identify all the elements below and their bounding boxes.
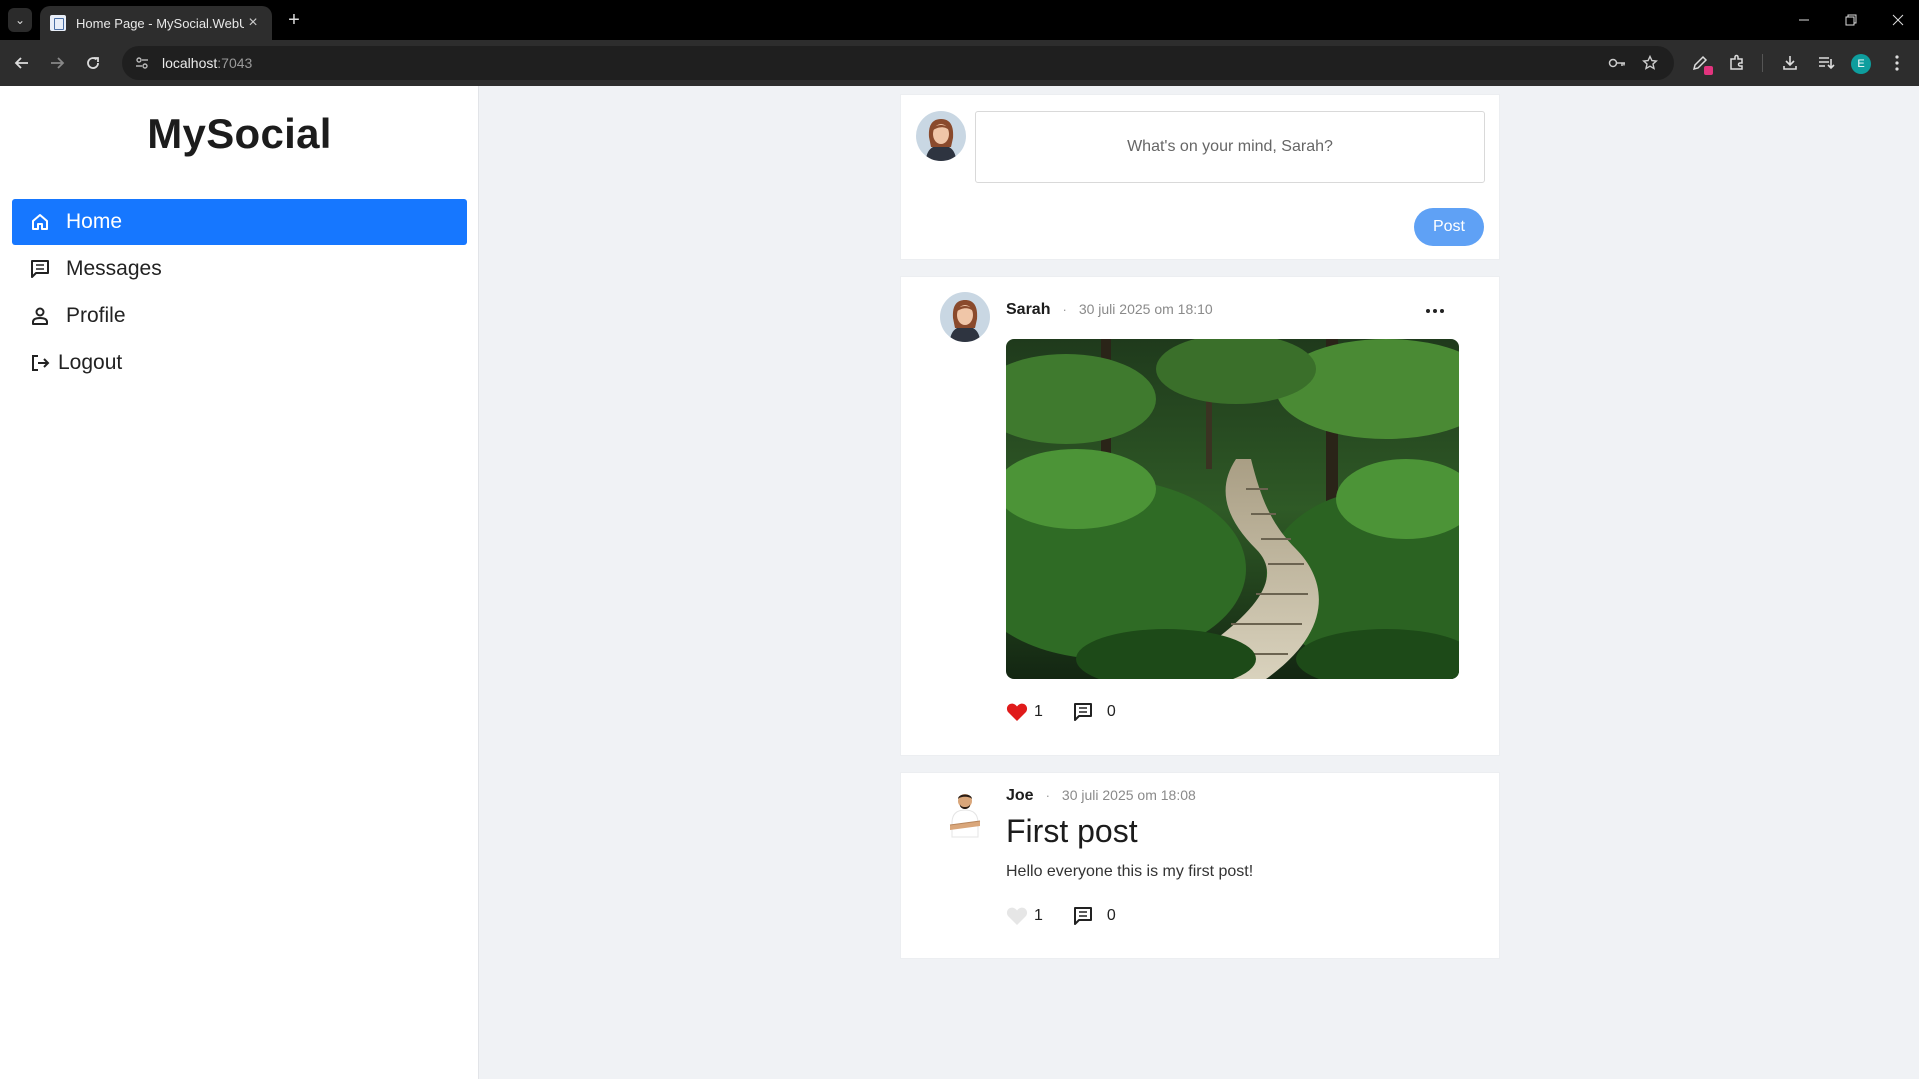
password-key-icon[interactable]	[1604, 50, 1630, 76]
post-author[interactable]: Sarah	[1006, 301, 1050, 319]
comment-button[interactable]: 0	[1073, 702, 1116, 722]
like-button[interactable]: 1	[1006, 702, 1043, 722]
like-count: 1	[1034, 703, 1043, 720]
sidebar-item-profile[interactable]: Profile	[12, 293, 467, 339]
header-separator: ·	[1062, 302, 1067, 317]
minimize-window-icon[interactable]	[1784, 6, 1824, 34]
extension-pen-icon[interactable]	[1686, 49, 1714, 77]
home-icon	[28, 210, 52, 234]
post-body: Hello everyone this is my first post!	[1006, 863, 1254, 880]
close-window-icon[interactable]	[1878, 6, 1918, 34]
browser-tabstrip: ⌄ Home Page - MySocial.WebUI × +	[0, 0, 1919, 40]
toolbar-separator	[1762, 54, 1763, 72]
message-icon	[28, 257, 52, 281]
sidebar-item-label: Messages	[66, 257, 162, 280]
tab-close-icon[interactable]: ×	[244, 14, 262, 32]
heart-icon	[1006, 907, 1028, 925]
browser-toolbar: localhost:7043 E	[0, 40, 1919, 86]
back-arrow-icon[interactable]	[8, 49, 36, 77]
sidebar: MySocial Home Messages Profile Logout	[0, 86, 479, 1079]
avatar[interactable]	[940, 789, 990, 839]
post-card: Sarah · 30 juli 2025 om 18:10 1 0	[900, 276, 1500, 756]
more-options-icon[interactable]	[1421, 301, 1449, 321]
comment-icon	[1073, 703, 1092, 721]
url-port: :7043	[217, 55, 253, 71]
comment-count: 0	[1106, 907, 1116, 924]
post-actions: 1 0	[1006, 702, 1116, 722]
sidebar-nav: Home Messages Profile Logout	[12, 199, 467, 387]
url-host: localhost	[162, 55, 218, 71]
restore-window-icon[interactable]	[1831, 6, 1871, 34]
user-icon	[28, 304, 52, 328]
whats-on-your-mind-input[interactable]	[975, 111, 1485, 183]
post-author[interactable]: Joe	[1006, 787, 1034, 805]
post-header: Joe · 30 juli 2025 om 18:08	[1006, 787, 1196, 805]
sidebar-item-home[interactable]: Home	[12, 199, 467, 245]
post-header: Sarah · 30 juli 2025 om 18:10	[1006, 301, 1213, 319]
browser-tab[interactable]: Home Page - MySocial.WebUI ×	[40, 6, 272, 40]
comment-count: 0	[1106, 703, 1116, 720]
post-card: Joe · 30 juli 2025 om 18:08 First post H…	[900, 772, 1500, 959]
heart-icon	[1006, 703, 1028, 721]
header-separator: ·	[1045, 788, 1050, 803]
like-count: 1	[1034, 907, 1043, 924]
media-queue-icon[interactable]	[1812, 49, 1840, 77]
forward-arrow-icon[interactable]	[43, 49, 71, 77]
sidebar-item-label: Logout	[58, 351, 123, 374]
reload-icon[interactable]	[79, 49, 107, 77]
extensions-puzzle-icon[interactable]	[1723, 49, 1751, 77]
logout-icon	[28, 351, 52, 375]
tab-title: Home Page - MySocial.WebUI	[76, 15, 244, 31]
post-title: First post	[1006, 813, 1138, 849]
new-tab-button[interactable]: +	[282, 8, 306, 32]
sidebar-item-label: Home	[66, 210, 123, 233]
downloads-icon[interactable]	[1776, 49, 1804, 77]
sidebar-item-label: Profile	[66, 304, 126, 327]
post-image[interactable]	[1006, 339, 1459, 679]
browser-profile-avatar[interactable]: E	[1851, 54, 1871, 74]
extension-badge	[1704, 66, 1713, 75]
avatar[interactable]	[916, 111, 966, 161]
address-bar[interactable]: localhost:7043	[122, 46, 1674, 80]
brand-logo[interactable]: MySocial	[0, 110, 479, 158]
comment-button[interactable]: 0	[1073, 906, 1116, 926]
post-timestamp: 30 juli 2025 om 18:10	[1078, 301, 1213, 317]
sidebar-item-messages[interactable]: Messages	[12, 246, 467, 292]
post-actions: 1 0	[1006, 906, 1116, 926]
like-button[interactable]: 1	[1006, 906, 1043, 926]
comment-icon	[1073, 907, 1092, 925]
app-viewport: MySocial Home Messages Profile Logout Wh…	[0, 86, 1919, 1079]
avatar[interactable]	[940, 292, 990, 342]
post-button[interactable]: Post	[1414, 208, 1484, 246]
post-composer: Post	[900, 94, 1500, 260]
browser-menu-icon[interactable]	[1883, 49, 1911, 77]
page-favicon-icon	[50, 15, 66, 31]
bookmark-star-icon[interactable]	[1637, 50, 1663, 76]
post-timestamp: 30 juli 2025 om 18:08	[1061, 787, 1196, 803]
tab-search-button[interactable]: ⌄	[8, 8, 32, 32]
site-info-icon[interactable]	[128, 49, 156, 77]
sidebar-item-logout[interactable]: Logout	[12, 340, 467, 386]
